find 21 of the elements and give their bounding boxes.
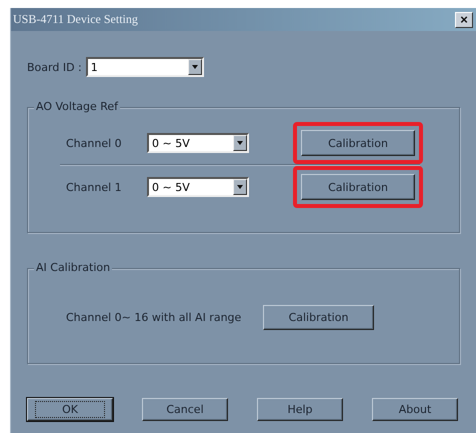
group-title: AI Calibration bbox=[34, 261, 112, 274]
dialog-button[interactable]: Help bbox=[257, 398, 343, 421]
description-text: Channel 0~ 16 with all AI range bbox=[65, 310, 242, 324]
dialog-button[interactable]: OK bbox=[27, 398, 113, 421]
group-title: AO Voltage Ref bbox=[34, 100, 120, 113]
dropdown-arrow-icon bbox=[237, 141, 243, 145]
calibration-button[interactable]: Calibration bbox=[301, 174, 415, 200]
dialog-button[interactable]: Cancel bbox=[142, 398, 228, 421]
close-button[interactable]: × bbox=[455, 12, 473, 28]
dialog-button[interactable]: About bbox=[372, 398, 458, 421]
board-id-label: Board ID : bbox=[27, 60, 82, 74]
channel-label: Channel 1 bbox=[65, 180, 123, 194]
dropdown-arrow-icon bbox=[192, 65, 198, 69]
calibration-button[interactable]: Calibration bbox=[263, 304, 374, 330]
range-dropdown[interactable]: 0 ~ 5V bbox=[147, 177, 249, 197]
board-id-dropdown[interactable]: 1 bbox=[86, 57, 204, 77]
window-title: USB-4711 Device Setting bbox=[13, 12, 138, 27]
range-dropdown[interactable]: 0 ~ 5V bbox=[147, 133, 249, 153]
dropdown-arrow-icon bbox=[237, 185, 243, 189]
calibration-button[interactable]: Calibration bbox=[301, 130, 415, 156]
channel-label: Channel 0 bbox=[65, 136, 123, 150]
